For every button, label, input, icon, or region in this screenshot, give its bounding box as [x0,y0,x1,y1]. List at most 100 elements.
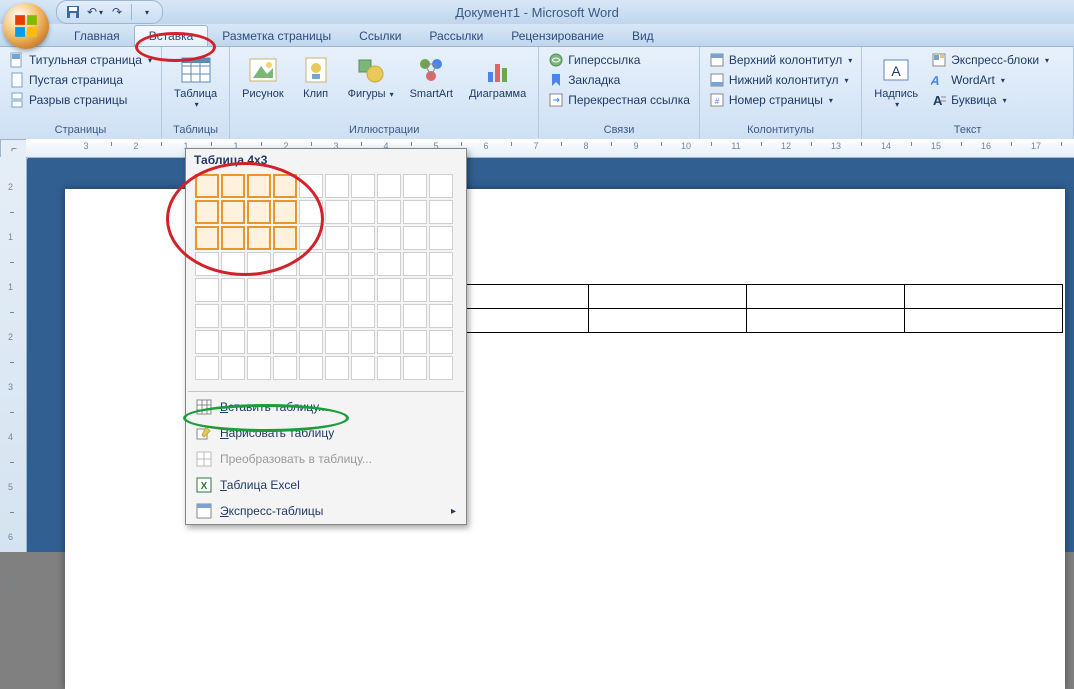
insert-table-item[interactable]: Вставить таблицу... [186,394,466,420]
grid-cell[interactable] [429,330,453,354]
grid-cell[interactable] [299,226,323,250]
grid-cell[interactable] [195,304,219,328]
grid-cell[interactable] [221,174,245,198]
grid-cell[interactable] [221,356,245,380]
grid-cell[interactable] [273,278,297,302]
grid-cell[interactable] [325,252,349,276]
tab-page-layout[interactable]: Разметка страницы [208,26,345,46]
grid-cell[interactable] [299,174,323,198]
grid-cell[interactable] [351,356,375,380]
grid-cell[interactable] [351,200,375,224]
grid-cell[interactable] [195,200,219,224]
grid-cell[interactable] [247,330,271,354]
horizontal-ruler[interactable]: 3211234567891011121314151617 [26,139,1074,158]
grid-cell[interactable] [299,278,323,302]
grid-cell[interactable] [247,174,271,198]
draw-table-item[interactable]: Нарисовать таблицу [186,420,466,446]
grid-cell[interactable] [247,356,271,380]
page-break-button[interactable]: Разрыв страницы [6,90,155,110]
header-button[interactable]: Верхний колонтитул▾ [706,50,855,70]
table-grid-picker[interactable] [186,171,466,389]
grid-cell[interactable] [247,252,271,276]
ruler-corner[interactable]: ⌐ [0,139,28,159]
grid-cell[interactable] [273,174,297,198]
grid-cell[interactable] [195,226,219,250]
grid-cell[interactable] [221,226,245,250]
grid-cell[interactable] [429,252,453,276]
document-table[interactable] [430,284,1063,333]
shapes-button[interactable]: Фигуры▾ [342,50,400,104]
tab-insert[interactable]: Вставка [134,25,209,46]
grid-cell[interactable] [325,200,349,224]
grid-cell[interactable] [403,252,427,276]
grid-cell[interactable] [377,200,401,224]
grid-cell[interactable] [325,304,349,328]
grid-cell[interactable] [377,174,401,198]
grid-cell[interactable] [403,356,427,380]
grid-cell[interactable] [221,200,245,224]
vertical-ruler[interactable]: 211234567 [0,157,27,552]
tab-home[interactable]: Главная [60,26,134,46]
grid-cell[interactable] [351,252,375,276]
grid-cell[interactable] [429,200,453,224]
grid-cell[interactable] [429,304,453,328]
save-icon[interactable] [63,3,83,21]
grid-cell[interactable] [195,278,219,302]
tab-review[interactable]: Рецензирование [497,26,618,46]
textbox-button[interactable]: AНадпись▾ [868,50,924,113]
grid-cell[interactable] [273,356,297,380]
grid-cell[interactable] [377,226,401,250]
grid-cell[interactable] [247,226,271,250]
footer-button[interactable]: Нижний колонтитул▾ [706,70,855,90]
grid-cell[interactable] [247,304,271,328]
grid-cell[interactable] [377,330,401,354]
table-button[interactable]: Таблица ▾ [168,50,223,113]
grid-cell[interactable] [351,278,375,302]
wordart-button[interactable]: AWordArt▾ [928,70,1052,90]
grid-cell[interactable] [403,200,427,224]
grid-cell[interactable] [195,356,219,380]
cover-page-button[interactable]: Титульная страница▾ [6,50,155,70]
hyperlink-button[interactable]: Гиперссылка [545,50,693,70]
grid-cell[interactable] [351,174,375,198]
grid-cell[interactable] [299,252,323,276]
grid-cell[interactable] [325,330,349,354]
grid-cell[interactable] [195,330,219,354]
grid-cell[interactable] [325,356,349,380]
grid-cell[interactable] [299,356,323,380]
chart-button[interactable]: Диаграмма [463,50,532,104]
grid-cell[interactable] [221,304,245,328]
grid-cell[interactable] [221,252,245,276]
undo-icon[interactable]: ↶▾ [85,3,105,21]
grid-cell[interactable] [325,226,349,250]
redo-icon[interactable]: ↷ [107,3,127,21]
grid-cell[interactable] [429,174,453,198]
grid-cell[interactable] [247,200,271,224]
dropcap-button[interactable]: AБуквица▾ [928,90,1052,110]
grid-cell[interactable] [273,252,297,276]
office-button[interactable] [3,3,49,49]
grid-cell[interactable] [377,278,401,302]
grid-cell[interactable] [273,226,297,250]
grid-cell[interactable] [325,278,349,302]
grid-cell[interactable] [403,278,427,302]
blank-page-button[interactable]: Пустая страница [6,70,155,90]
grid-cell[interactable] [299,330,323,354]
grid-cell[interactable] [351,304,375,328]
grid-cell[interactable] [403,174,427,198]
grid-cell[interactable] [325,174,349,198]
grid-cell[interactable] [299,200,323,224]
picture-button[interactable]: Рисунок [236,50,290,104]
pagenum-button[interactable]: #Номер страницы▾ [706,90,855,110]
grid-cell[interactable] [195,174,219,198]
grid-cell[interactable] [221,278,245,302]
grid-cell[interactable] [377,356,401,380]
quickparts-button[interactable]: Экспресс-блоки▾ [928,50,1052,70]
smartart-button[interactable]: SmartArt [404,50,459,104]
grid-cell[interactable] [377,304,401,328]
grid-cell[interactable] [403,226,427,250]
clip-button[interactable]: Клип [294,50,338,104]
grid-cell[interactable] [221,330,245,354]
crossref-button[interactable]: Перекрестная ссылка [545,90,693,110]
grid-cell[interactable] [299,304,323,328]
